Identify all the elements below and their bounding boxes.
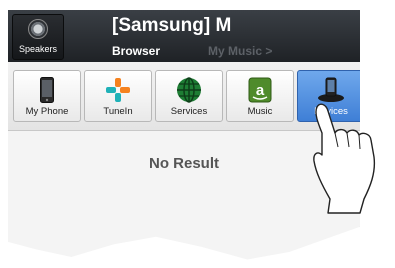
globe-icon bbox=[176, 77, 202, 108]
page-title: [Samsung] M bbox=[112, 15, 232, 36]
pointing-hand-icon bbox=[313, 103, 376, 214]
tab-label: My Phone bbox=[25, 106, 69, 117]
breadcrumb-browser: Browser bbox=[112, 44, 161, 58]
tab-label: Music bbox=[247, 106, 273, 117]
amazon-icon: a bbox=[248, 77, 272, 108]
svg-text:a: a bbox=[256, 82, 265, 99]
tab-tunein[interactable]: TuneIn bbox=[84, 70, 152, 122]
tab-music[interactable]: a Music bbox=[226, 70, 294, 122]
tunein-icon bbox=[105, 77, 131, 108]
tab-my-phone[interactable]: My Phone bbox=[13, 70, 81, 122]
tab-label: Services bbox=[170, 106, 208, 117]
tab-services[interactable]: Services bbox=[155, 70, 223, 122]
tab-label: TuneIn bbox=[103, 106, 133, 117]
header-bar: Speakers [Samsung] M Browser My Music > bbox=[8, 10, 360, 62]
speaker-icon bbox=[28, 19, 48, 39]
breadcrumb-my-music[interactable]: My Music > bbox=[208, 44, 272, 58]
phone-icon bbox=[40, 77, 54, 108]
speakers-label: Speakers bbox=[18, 44, 58, 54]
speakers-button[interactable]: Speakers bbox=[12, 14, 64, 60]
